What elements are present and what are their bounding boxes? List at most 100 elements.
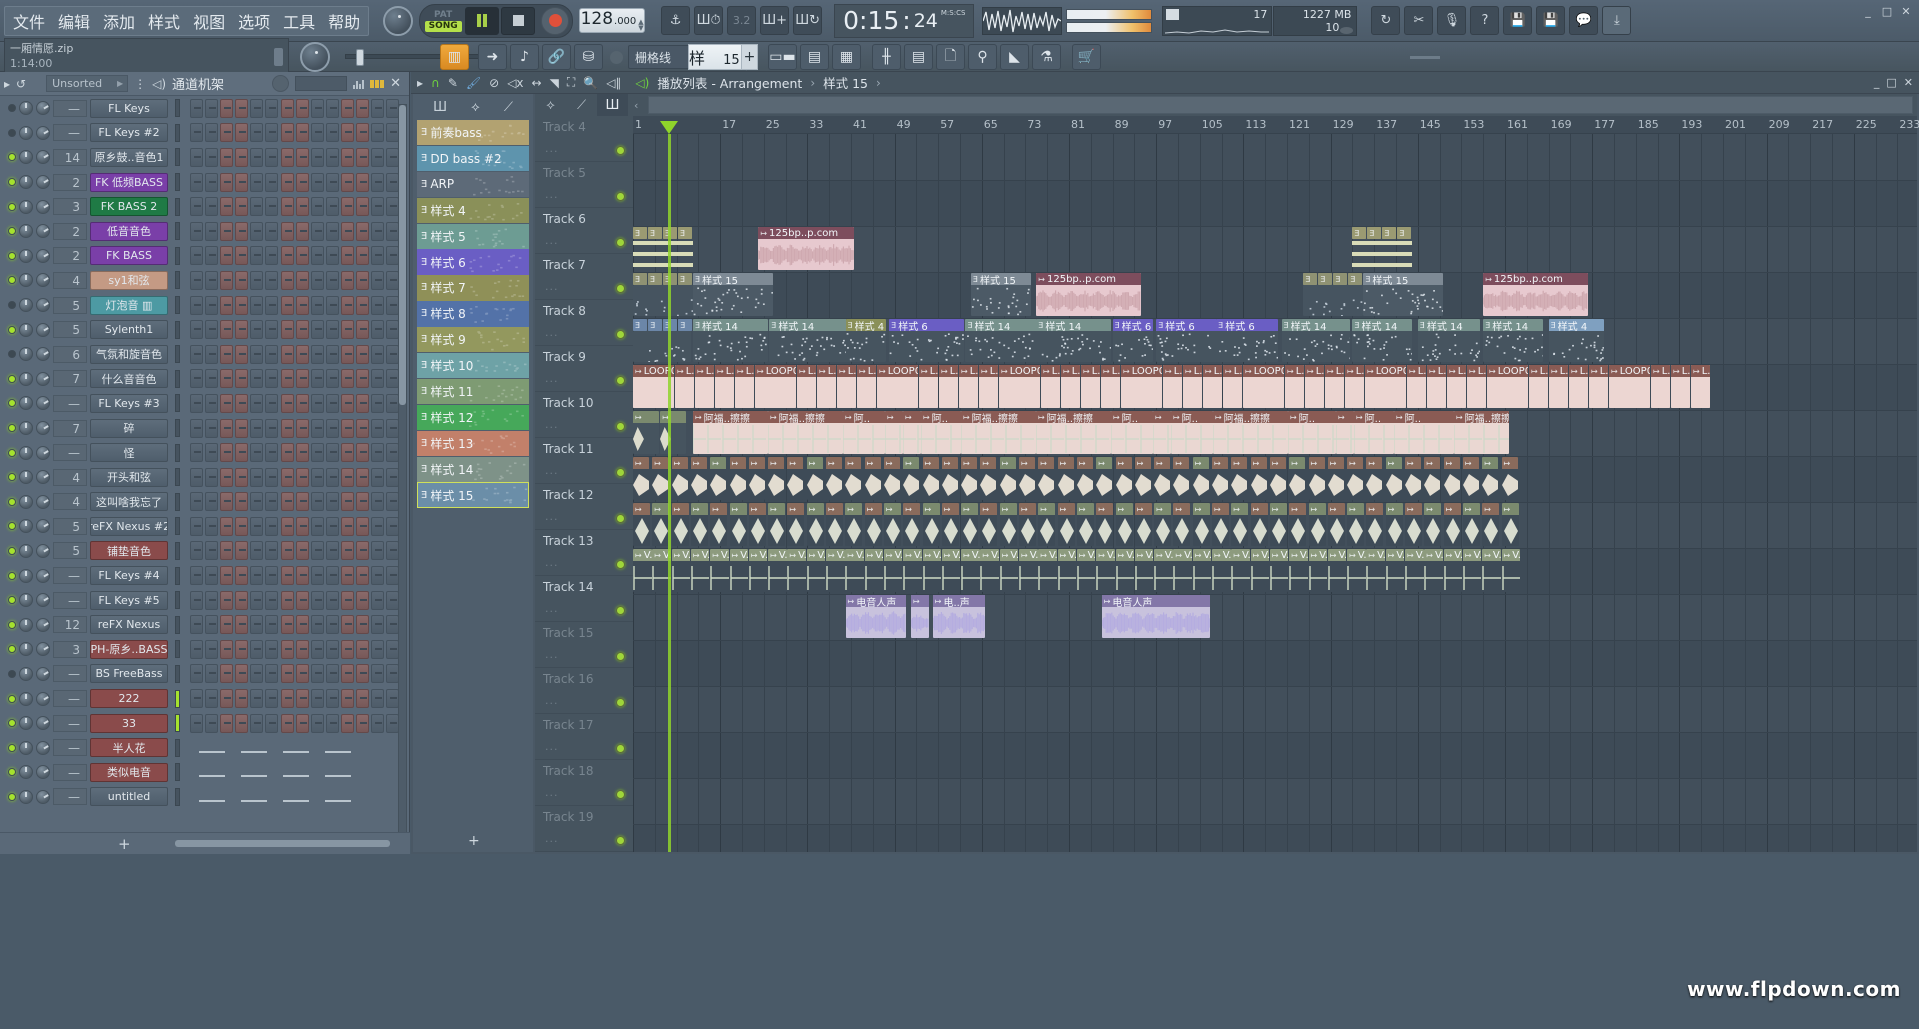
step-button[interactable] <box>311 99 324 118</box>
audio-clip[interactable]: ↦L..2 <box>735 365 754 408</box>
step-button[interactable] <box>281 369 294 388</box>
step-button[interactable] <box>220 468 233 487</box>
channel-mixer-track[interactable]: 4 <box>53 272 87 289</box>
step-button[interactable] <box>220 419 233 438</box>
audio-clip[interactable]: ↦L..2 <box>979 365 998 408</box>
step-button[interactable] <box>190 443 203 462</box>
channel-volume-knob[interactable] <box>36 323 50 337</box>
channel-name-button[interactable]: 碎 <box>90 419 168 438</box>
channel-mute-toggle[interactable] <box>8 178 16 186</box>
channel-volume-knob[interactable] <box>36 765 50 779</box>
audio-clip[interactable]: ↦L..2 <box>959 365 978 408</box>
step-button[interactable] <box>220 541 233 560</box>
channel-row[interactable]: — FL Keys #3 <box>0 391 410 416</box>
step-button[interactable] <box>265 271 278 290</box>
step-button[interactable] <box>190 394 203 413</box>
step-button[interactable] <box>341 222 354 241</box>
step-button[interactable] <box>311 468 324 487</box>
track-lane[interactable] <box>633 686 1917 732</box>
step-button[interactable] <box>281 320 294 339</box>
audio-clip[interactable]: ↦ <box>1482 457 1498 500</box>
track-header[interactable]: Track 8... <box>535 300 633 346</box>
audio-clip[interactable]: ↦V.._2 <box>1154 549 1173 592</box>
audio-clip[interactable]: ↦ <box>1193 503 1210 546</box>
step-sequencer-row[interactable] <box>190 148 399 167</box>
step-button[interactable] <box>311 173 324 192</box>
step-sequencer-row[interactable] <box>190 296 399 315</box>
audio-clip[interactable]: ↦ <box>1116 457 1132 500</box>
pattern-clip[interactable]: Ǝ <box>648 273 662 285</box>
step-button[interactable] <box>356 419 369 438</box>
audio-clip[interactable]: ↦V.._2 <box>691 549 710 592</box>
channel-volume-knob[interactable] <box>36 544 50 558</box>
channel-mute-toggle[interactable] <box>8 793 16 801</box>
channel-row[interactable]: 5 灯泡音 ▥ <box>0 293 410 318</box>
step-sequencer-row[interactable] <box>190 320 399 339</box>
step-button[interactable] <box>326 517 339 536</box>
step-button[interactable] <box>341 320 354 339</box>
audio-clip[interactable]: ↦ <box>1270 457 1286 500</box>
audio-clip[interactable]: ↦V.._2 <box>807 549 826 592</box>
step-sequencer-row[interactable] <box>190 123 399 142</box>
step-button[interactable] <box>371 714 384 733</box>
track-enable-led[interactable] <box>616 606 625 615</box>
step-button[interactable] <box>341 714 354 733</box>
step-button[interactable] <box>371 369 384 388</box>
step-button[interactable] <box>190 296 203 315</box>
pattern-clip[interactable]: Ǝ <box>648 227 662 239</box>
step-button[interactable] <box>296 443 309 462</box>
pattern-clip-body[interactable] <box>633 240 693 270</box>
step-button[interactable] <box>296 517 309 536</box>
track-header[interactable]: Track 4... <box>535 116 633 162</box>
audio-clip[interactable]: ↦L..2 <box>1061 365 1080 408</box>
channel-mute-toggle[interactable] <box>8 252 16 260</box>
step-button[interactable] <box>371 492 384 511</box>
step-button[interactable] <box>356 123 369 142</box>
track-header[interactable]: Track 10... <box>535 392 633 438</box>
step-button[interactable] <box>205 640 218 659</box>
pitch-knob[interactable] <box>300 42 330 72</box>
audio-clip[interactable]: ↦ <box>1173 457 1189 500</box>
step-sequencer-row[interactable] <box>190 640 399 659</box>
step-button[interactable] <box>281 173 294 192</box>
step-button[interactable] <box>235 148 248 167</box>
track-header[interactable]: Track 14... <box>535 576 633 622</box>
channel-row[interactable]: 4 这叫啥我忘了 <box>0 490 410 515</box>
audio-clip[interactable]: ↦V.._2 <box>1502 549 1521 592</box>
audio-clip[interactable]: ↦L..2 <box>1407 365 1426 408</box>
pattern-item[interactable]: Ǝ 前奏bass <box>417 120 529 145</box>
step-button[interactable] <box>190 640 203 659</box>
step-button[interactable] <box>250 443 263 462</box>
channel-mixer-track[interactable]: — <box>53 395 87 412</box>
step-button[interactable] <box>235 541 248 560</box>
chevron-right-icon[interactable]: ▸ <box>4 77 10 91</box>
channel-volume-knob[interactable] <box>36 593 50 607</box>
audio-clip[interactable]: ↦ <box>845 503 862 546</box>
channel-name-button[interactable]: FK BASS <box>90 246 168 265</box>
channel-row[interactable]: — FL Keys #5 <box>0 588 410 613</box>
step-button[interactable] <box>296 664 309 683</box>
channel-mixer-track[interactable]: 6 <box>53 346 87 363</box>
step-button[interactable] <box>311 443 324 462</box>
step-button[interactable] <box>220 689 233 708</box>
channel-mixer-track[interactable]: 2 <box>53 247 87 264</box>
audio-clip[interactable]: ↦V.._2 <box>1463 549 1482 592</box>
step-button[interactable] <box>190 271 203 290</box>
channel-name-button[interactable]: 这叫啥我忘了 <box>90 492 168 511</box>
playlist-button[interactable]: ▤ <box>904 44 933 70</box>
channel-mute-toggle[interactable] <box>8 326 16 334</box>
channel-name-button[interactable]: reFX Nexus <box>90 615 168 634</box>
step-button[interactable] <box>250 640 263 659</box>
channel-mixer-track[interactable]: — <box>53 739 87 756</box>
audio-clip[interactable]: ↦ <box>1135 503 1152 546</box>
audio-clip[interactable]: ↦ <box>961 503 978 546</box>
step-button[interactable] <box>190 492 203 511</box>
step-button[interactable] <box>235 345 248 364</box>
audio-clip[interactable]: ↦ 电音人声 <box>1102 595 1210 638</box>
audio-clip[interactable]: ↦L..2 <box>1101 365 1120 408</box>
step-button[interactable] <box>281 541 294 560</box>
audio-clip[interactable]: ↦ <box>633 503 650 546</box>
pattern-clip[interactable]: Ǝ 样式 15 <box>971 273 1031 316</box>
step-button[interactable] <box>205 714 218 733</box>
step-button[interactable] <box>190 320 203 339</box>
